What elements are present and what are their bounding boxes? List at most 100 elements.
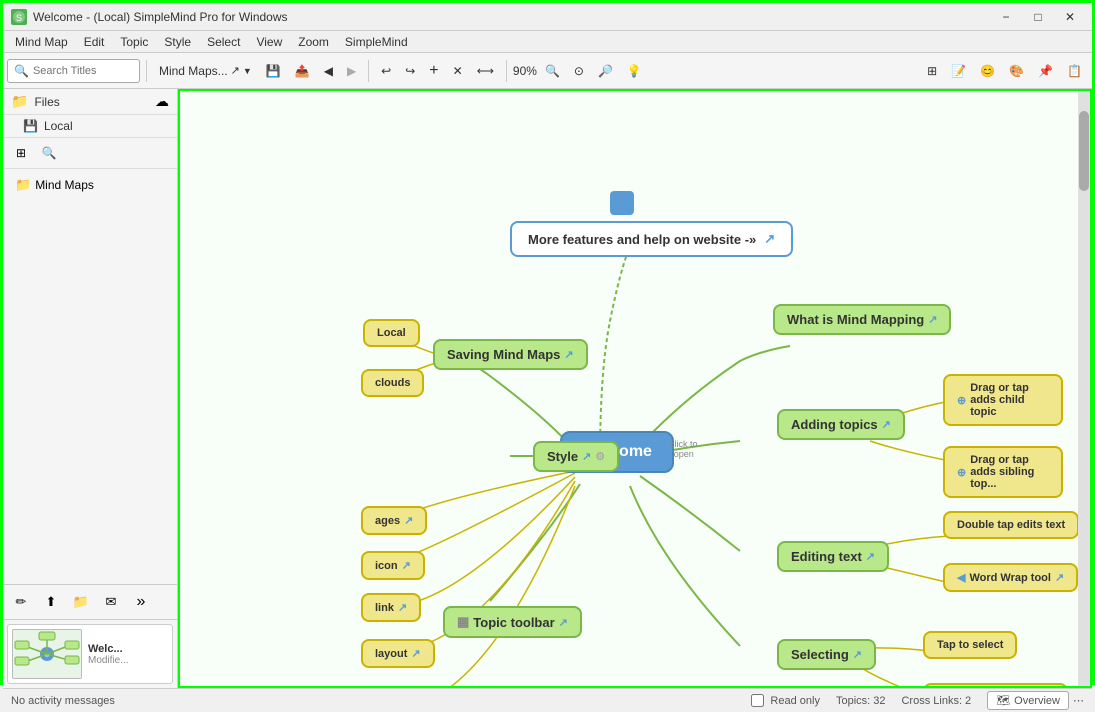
double-tap-node[interactable]: Double tap edits text bbox=[943, 511, 1079, 539]
drag-child-node[interactable]: ⊕ Drag or tap adds child topic bbox=[943, 374, 1063, 426]
undo-button[interactable]: ↩ bbox=[375, 57, 397, 85]
drag-sibling-node[interactable]: ⊕ Drag or tap adds sibling top... bbox=[943, 446, 1063, 498]
topic-toolbar-label: Topic toolbar bbox=[473, 615, 554, 630]
connect-button[interactable]: ⟷ bbox=[471, 57, 500, 85]
readonly-checkbox[interactable] bbox=[751, 694, 764, 707]
layout-node[interactable]: layout ↗ bbox=[361, 639, 435, 668]
more-features-node[interactable]: More features and help on website -» ↗ bbox=[510, 221, 793, 257]
arrange-button[interactable]: ⊞ bbox=[921, 57, 943, 85]
menu-select[interactable]: Select bbox=[199, 33, 248, 51]
topic-toolbar-node[interactable]: ▦ Topic toolbar ↗ bbox=[443, 606, 582, 638]
light-button[interactable]: 💡 bbox=[621, 57, 648, 85]
sidebar-new-btn[interactable]: ⬆ bbox=[37, 588, 65, 616]
zoom-fit-button[interactable]: ⊙ bbox=[568, 57, 590, 85]
sidebar-folder-btn[interactable]: 📁 bbox=[67, 588, 95, 616]
notes-button[interactable]: 📝 bbox=[945, 57, 972, 85]
menu-simplemind[interactable]: SimpleMind bbox=[337, 33, 416, 51]
vertical-scrollbar[interactable] bbox=[1078, 91, 1090, 686]
menu-view[interactable]: View bbox=[248, 33, 290, 51]
more-icon[interactable]: ⋯ bbox=[1073, 694, 1084, 707]
adding-topics-node[interactable]: Adding topics ↗ bbox=[777, 409, 905, 440]
style-node[interactable]: Style ↗ ⚙ bbox=[533, 441, 619, 472]
sidebar-files-row[interactable]: 📁 Files ☁ bbox=[3, 89, 177, 115]
crosslinks-count: Cross Links: 2 bbox=[901, 695, 971, 707]
menu-zoom[interactable]: Zoom bbox=[290, 33, 337, 51]
menu-topic[interactable]: Topic bbox=[112, 33, 156, 51]
selecting-ext-icon[interactable]: ↗ bbox=[853, 648, 862, 661]
overview-button[interactable]: 🗺 Overview bbox=[987, 691, 1069, 710]
sidebar-mail-btn[interactable]: ✉ bbox=[97, 588, 125, 616]
saving-ext-icon[interactable]: ↗ bbox=[564, 348, 573, 361]
editing-text-node[interactable]: Editing text ↗ bbox=[777, 541, 889, 572]
canvas-area[interactable]: More features and help on website -» ↗ W… bbox=[178, 89, 1092, 688]
sidebar-more-btn[interactable]: » bbox=[127, 588, 155, 616]
emoji-button[interactable]: 😊 bbox=[974, 57, 1001, 85]
search-box[interactable]: 🔍 bbox=[7, 59, 140, 83]
link-ext-icon[interactable]: ↗ bbox=[398, 601, 407, 614]
sidebar-action-btn-2[interactable]: 🔍 bbox=[37, 142, 61, 164]
layout-ext-icon[interactable]: ↗ bbox=[411, 647, 420, 660]
thumb-date: Modifie... bbox=[88, 655, 168, 666]
pin-button[interactable]: 📌 bbox=[1032, 57, 1059, 85]
menu-edit[interactable]: Edit bbox=[76, 33, 113, 51]
long-press-node[interactable]: Long press topic to select topics in bra… bbox=[923, 683, 1068, 688]
icon-node[interactable]: icon ↗ bbox=[361, 551, 425, 580]
word-wrap-node[interactable]: ◀ Word Wrap tool ↗ bbox=[943, 563, 1078, 592]
delete-button[interactable]: ✕ bbox=[447, 57, 469, 85]
sidebar-actions: ⊞ 🔍 bbox=[3, 137, 177, 169]
main-layout: 📁 Files ☁ 💾 Local ⊞ 🔍 📁 Mind Maps ✏ ⬆ 📁 … bbox=[3, 89, 1092, 688]
saving-node[interactable]: Saving Mind Maps ↗ bbox=[433, 339, 588, 370]
save-button[interactable]: 💾 bbox=[260, 57, 287, 85]
menu-style[interactable]: Style bbox=[156, 33, 199, 51]
topic-toolbar-ext-icon[interactable]: ↗ bbox=[559, 616, 568, 629]
close-button[interactable]: ✕ bbox=[1056, 7, 1084, 27]
overview-label: Overview bbox=[1014, 695, 1060, 707]
forward-button[interactable]: ▶ bbox=[341, 57, 362, 85]
sidebar-edit-btn[interactable]: ✏ bbox=[7, 588, 35, 616]
ages-ext-icon[interactable]: ↗ bbox=[404, 514, 413, 527]
local-node[interactable]: Local bbox=[363, 319, 420, 347]
mindmaps-folder-icon: 📁 bbox=[15, 177, 31, 193]
share-button[interactable]: 📤 bbox=[289, 57, 316, 85]
word-wrap-ext-icon[interactable]: ↗ bbox=[1055, 571, 1064, 584]
maximize-button[interactable]: □ bbox=[1024, 7, 1052, 27]
search-canvas-button[interactable]: 🔎 bbox=[592, 57, 619, 85]
extra-button[interactable]: 📋 bbox=[1061, 57, 1088, 85]
what-mind-mapping-node[interactable]: What is Mind Mapping ↗ bbox=[773, 304, 951, 335]
mindmaps-breadcrumb[interactable]: Mind Maps... ↗ ▼ bbox=[153, 57, 258, 85]
thumb-info: Welc... Modifie... bbox=[88, 643, 168, 666]
selecting-node[interactable]: Selecting ↗ bbox=[777, 639, 876, 670]
adding-topics-ext-icon[interactable]: ↗ bbox=[882, 418, 891, 431]
redo-button[interactable]: ↪ bbox=[399, 57, 421, 85]
ages-node[interactable]: ages ↗ bbox=[361, 506, 427, 535]
add-button[interactable]: + bbox=[423, 57, 444, 85]
tap-select-node[interactable]: Tap to select bbox=[923, 631, 1017, 659]
sidebar-local-row[interactable]: 💾 Local bbox=[3, 115, 177, 137]
click-to-open-label: click toopen bbox=[670, 439, 698, 459]
sidebar-action-btn-1[interactable]: ⊞ bbox=[9, 142, 33, 164]
icon-label: icon bbox=[375, 560, 398, 572]
scrollbar-thumb[interactable] bbox=[1079, 111, 1089, 191]
style-ext-icon[interactable]: ↗ bbox=[582, 450, 591, 463]
search-input[interactable] bbox=[33, 65, 133, 77]
link-node[interactable]: link ↗ bbox=[361, 593, 421, 622]
what-mind-mapping-ext-icon[interactable]: ↗ bbox=[928, 313, 937, 326]
style-button[interactable]: 🎨 bbox=[1003, 57, 1030, 85]
word-wrap-label: Word Wrap tool bbox=[969, 572, 1050, 584]
separator-2 bbox=[368, 60, 369, 82]
back-button[interactable]: ◀ bbox=[318, 57, 339, 85]
menu-mindmap[interactable]: Mind Map bbox=[7, 33, 76, 51]
drag-sibling-label: Drag or tap adds sibling top... bbox=[970, 454, 1049, 490]
sidebar-tree-mindmaps[interactable]: 📁 Mind Maps bbox=[7, 173, 173, 197]
clouds-node[interactable]: clouds bbox=[361, 369, 424, 397]
readonly-label: Read only bbox=[770, 695, 820, 707]
zoom-dropdown[interactable]: 🔍 bbox=[539, 57, 566, 85]
icon-ext-icon[interactable]: ↗ bbox=[402, 559, 411, 572]
minimize-button[interactable]: − bbox=[992, 7, 1020, 27]
sidebar-thumbnail[interactable]: W Welc... Modifie... bbox=[3, 620, 177, 688]
thumb-card-welcome[interactable]: W Welc... Modifie... bbox=[7, 624, 173, 684]
window-controls[interactable]: − □ ✕ bbox=[992, 7, 1084, 27]
editing-text-ext-icon[interactable]: ↗ bbox=[866, 550, 875, 563]
editing-text-label: Editing text bbox=[791, 549, 862, 564]
overview-container[interactable]: 🗺 Overview ⋯ bbox=[987, 691, 1084, 710]
